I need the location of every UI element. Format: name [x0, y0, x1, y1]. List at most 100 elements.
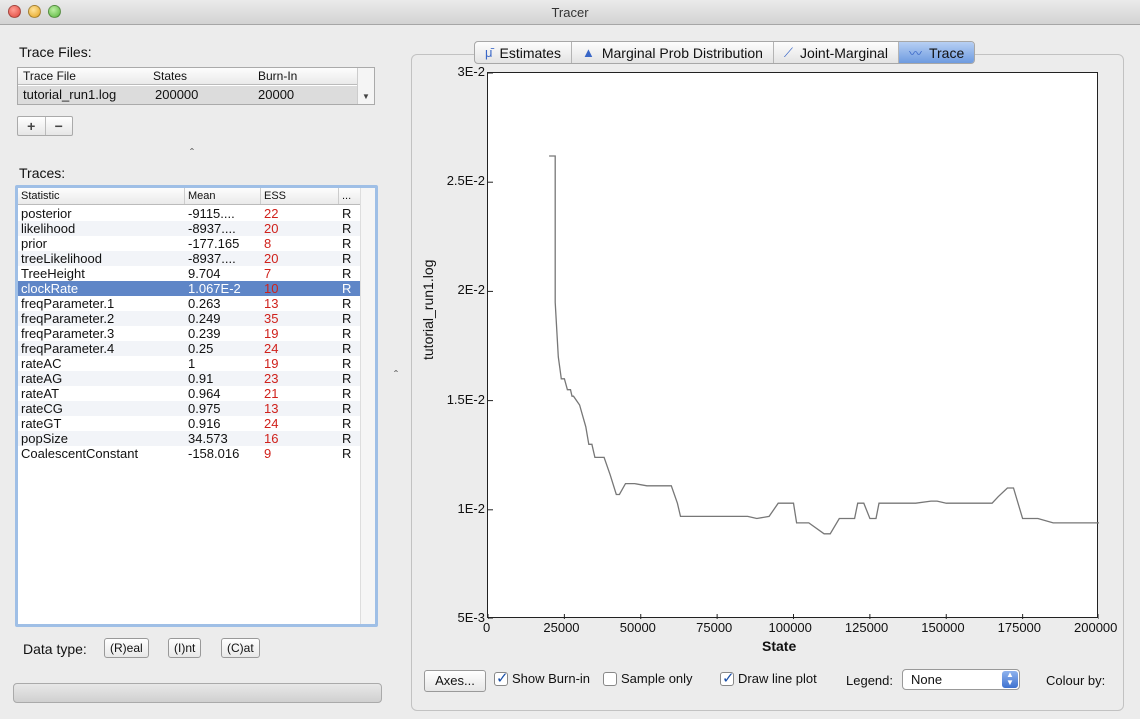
trace-statistic: CoalescentConstant	[21, 446, 139, 461]
trace-mean: 0.91	[188, 371, 214, 386]
trace-plot[interactable]	[487, 72, 1100, 620]
trace-statistic: freqParameter.3	[21, 326, 115, 341]
trace-type: R	[342, 206, 352, 221]
col-type[interactable]: ...	[342, 190, 351, 202]
stepper-arrows-icon: ▲ ▼	[1002, 671, 1018, 688]
trace-type: R	[342, 251, 352, 266]
distribution-icon: ▲	[581, 45, 595, 60]
trace-row[interactable]: treeLikelihood -8937.... 20 R	[18, 251, 360, 266]
traces-scrollbar[interactable]	[360, 188, 375, 624]
trace-type: R	[342, 281, 352, 296]
col-states[interactable]: States	[153, 69, 187, 83]
trace-mean: 0.964	[188, 386, 221, 401]
real-type-button[interactable]: (R)eal	[104, 638, 149, 658]
traces-table: Statistic Mean ESS ... posterior -9115...…	[15, 185, 378, 627]
trace-mean: 1.067E-2	[188, 281, 241, 296]
trace-row[interactable]: freqParameter.1 0.263 13 R	[18, 296, 360, 311]
trace-statistic: freqParameter.1	[21, 296, 115, 311]
x-tick-label: 50000	[619, 620, 656, 635]
colour-by-label: Colour by:	[1046, 673, 1106, 688]
trace-row[interactable]: rateAT 0.964 21 R	[18, 386, 360, 401]
trace-statistic: likelihood	[21, 221, 76, 236]
trace-type: R	[342, 296, 352, 311]
trace-file-burnin[interactable]: 20000	[258, 87, 294, 102]
trace-statistic: treeLikelihood	[21, 251, 102, 266]
col-trace-file[interactable]: Trace File	[23, 69, 76, 83]
y-tick-label: 1E-2	[457, 500, 485, 516]
sample-only-checkbox[interactable]: Sample only	[603, 671, 693, 686]
trace-type: R	[342, 446, 352, 461]
x-tick-label: 150000	[921, 620, 965, 635]
y-tick-label: 3E-2	[457, 64, 485, 79]
estimates-icon: μ̄	[485, 45, 493, 60]
x-tick-label: 175000	[997, 620, 1042, 635]
trace-mean: 0.975	[188, 401, 221, 416]
trace-row[interactable]: freqParameter.2 0.249 35 R	[18, 311, 360, 326]
trace-row[interactable]: rateGT 0.916 24 R	[18, 416, 360, 431]
trace-row[interactable]: rateCG 0.975 13 R	[18, 401, 360, 416]
x-tick-label: 200000	[1074, 620, 1118, 635]
axes-button[interactable]: Axes...	[424, 670, 486, 692]
trace-file-row[interactable]: tutorial_run1.log 200000 20000	[18, 86, 358, 104]
trace-mean: 0.249	[188, 311, 221, 326]
x-tick-label: 25000	[543, 620, 580, 635]
col-ess[interactable]: ESS	[264, 190, 286, 202]
traces-label: Traces:	[19, 165, 66, 181]
trace-mean: 34.573	[188, 431, 228, 446]
trace-mean: -9115....	[188, 206, 235, 221]
trace-mean: 0.916	[188, 416, 221, 431]
trace-mean: 9.704	[188, 266, 221, 281]
trace-mean: -8937....	[188, 221, 236, 236]
trace-row[interactable]: popSize 34.573 16 R	[18, 431, 360, 446]
trace-type: R	[342, 236, 352, 251]
col-statistic[interactable]: Statistic	[21, 190, 60, 202]
split-handle-icon[interactable]: ˆ	[190, 146, 194, 160]
trace-row[interactable]: prior -177.165 8 R	[18, 236, 360, 251]
trace-statistic: posterior	[21, 206, 72, 221]
trace-row[interactable]: TreeHeight 9.704 7 R	[18, 266, 360, 281]
col-burn-in[interactable]: Burn-In	[258, 69, 297, 83]
tab-estimates[interactable]: μ̄ Estimates	[475, 42, 572, 63]
tab-joint-marginal[interactable]: ⟋ Joint-Marginal	[774, 42, 899, 63]
split-handle-icon[interactable]: ˆ	[394, 368, 398, 382]
trace-ess: 19	[264, 356, 279, 371]
tab-marginal-prob-distribution[interactable]: ▲ Marginal Prob Distribution	[572, 42, 774, 63]
trace-ess: 24	[264, 341, 279, 356]
tab-trace[interactable]: 〰 Trace	[898, 42, 975, 63]
trace-type: R	[342, 431, 352, 446]
x-axis-label: State	[762, 638, 797, 654]
trace-mean: -158.016	[188, 446, 240, 461]
trace-row[interactable]: likelihood -8937.... 20 R	[18, 221, 360, 236]
remove-file-button[interactable]: −	[46, 117, 73, 135]
trace-mean: 0.239	[188, 326, 221, 341]
trace-ess: 23	[264, 371, 279, 386]
trace-row[interactable]: CoalescentConstant -158.016 9 R	[18, 446, 360, 461]
traces-header: Statistic Mean ESS ...	[18, 188, 360, 205]
trace-files-scrollbar[interactable]: ▼	[357, 68, 374, 104]
trace-type: R	[342, 311, 352, 326]
trace-ess: 19	[264, 326, 279, 341]
trace-mean: -8937....	[188, 251, 236, 266]
trace-row[interactable]: rateAG 0.91 23 R	[18, 371, 360, 386]
legend-select[interactable]: None ▲ ▼	[902, 669, 1020, 690]
trace-ess: 13	[264, 296, 279, 311]
show-burnin-checkbox[interactable]: Show Burn-in	[494, 669, 590, 687]
trace-row[interactable]: freqParameter.3 0.239 19 R	[18, 326, 360, 341]
draw-line-plot-checkbox[interactable]: Draw line plot	[720, 669, 817, 687]
trace-statistic: rateAT	[21, 386, 60, 401]
trace-row[interactable]: rateAC 1 19 R	[18, 356, 360, 371]
trace-ess: 20	[264, 221, 279, 236]
trace-ess: 22	[264, 206, 279, 221]
trace-row[interactable]: freqParameter.4 0.25 24 R	[18, 341, 360, 356]
trace-row[interactable]: posterior -9115.... 22 R	[18, 206, 360, 221]
col-mean[interactable]: Mean	[188, 190, 216, 202]
cat-type-button[interactable]: (C)at	[221, 638, 260, 658]
int-type-button[interactable]: (I)nt	[168, 638, 202, 658]
trace-row[interactable]: clockRate 1.067E-2 10 R	[18, 281, 360, 296]
scroll-down-icon[interactable]: ▼	[362, 92, 370, 101]
trace-icon: 〰	[908, 46, 922, 61]
trace-type: R	[342, 416, 352, 431]
checkbox-checked-icon	[720, 669, 735, 687]
trace-ess: 16	[264, 431, 279, 446]
add-file-button[interactable]: +	[18, 117, 46, 135]
